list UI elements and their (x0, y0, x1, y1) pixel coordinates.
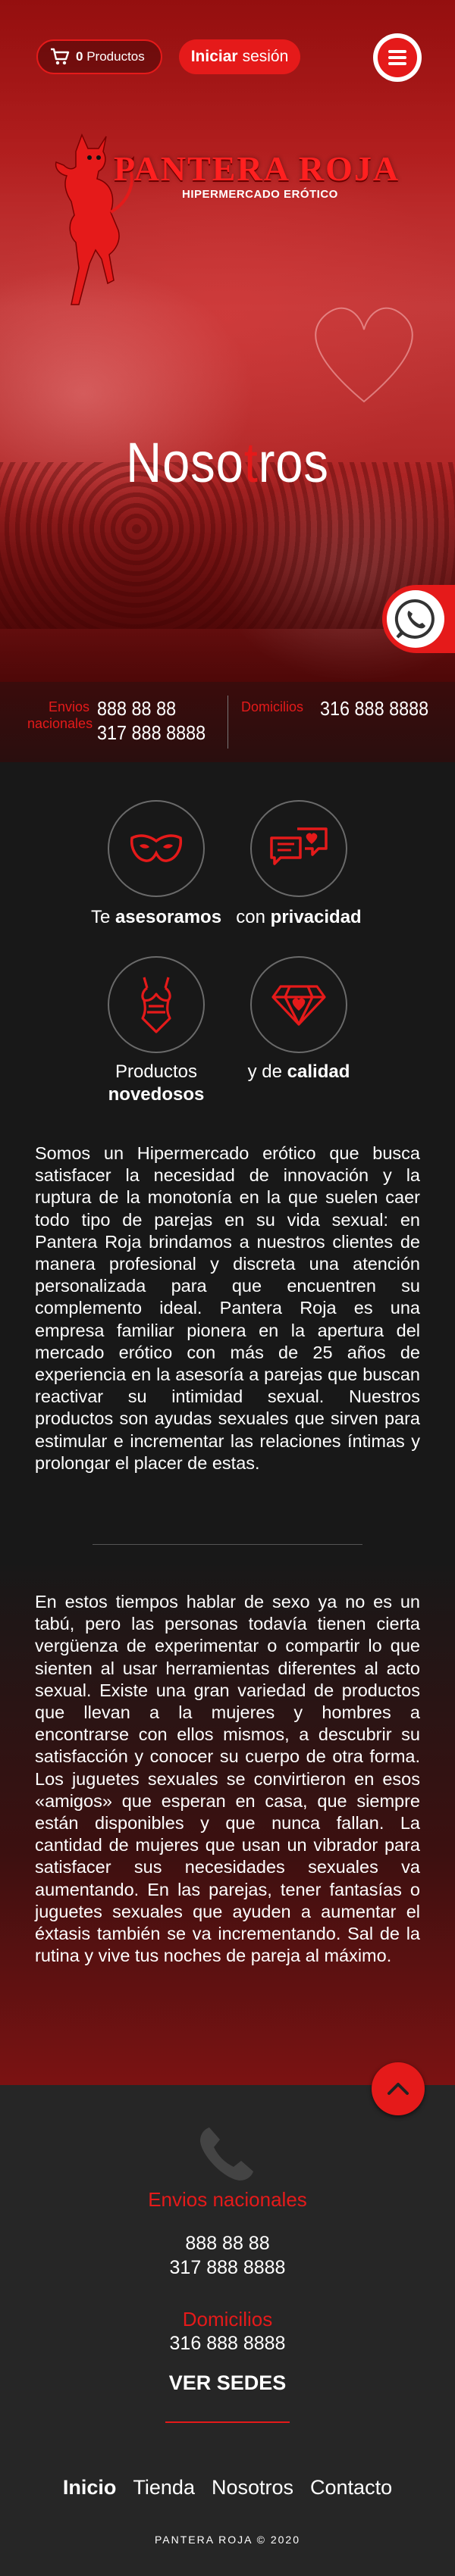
cart-count: 0 (76, 49, 83, 64)
cart-label: Productos (86, 49, 145, 64)
phone-icon (200, 2127, 253, 2181)
feature-label-privacy-pre: con (236, 907, 271, 927)
footer-envios-phone-1[interactable]: 888 88 88 (0, 2232, 455, 2256)
whatsapp-button[interactable] (382, 585, 455, 653)
footer-nav-nosotros[interactable]: Nosotros (212, 2476, 293, 2499)
footer-nav-inicio[interactable]: Inicio (63, 2476, 117, 2499)
login-button[interactable]: Iniciar sesión (179, 39, 300, 74)
page-title-accent: t (243, 431, 259, 494)
footer-nav-tienda[interactable]: Tienda (133, 2476, 195, 2499)
chat-heart-icon (270, 827, 328, 865)
ver-sedes-link[interactable]: VER SEDES (0, 2371, 455, 2395)
feature-label-quality-pre: y de (247, 1061, 287, 1082)
whatsapp-icon (394, 599, 435, 639)
hero-shade (0, 0, 455, 682)
brand-tagline: HIPERMERCADO ERÓTICO (182, 188, 338, 201)
footer-envios-phone-2[interactable]: 317 888 8888 (0, 2256, 455, 2280)
about-paragraph-1: Somos un Hipermercado erótico que busca … (35, 1143, 420, 1473)
feature-label-products-bold: novedosos (108, 1084, 205, 1105)
chevron-up-icon (388, 2083, 409, 2095)
envios-label-line-2: nacionales (27, 716, 93, 731)
brand-name: PANTERA ROJA (114, 149, 400, 188)
feature-label-quality: y de calidad (208, 1061, 390, 1083)
about-paragraph-2: En estos tiempos hablar de sexo ya no es… (35, 1592, 420, 1966)
hero-banner (0, 0, 455, 682)
feature-label-privacy: con privacidad (208, 906, 390, 929)
login-label-bold: Iniciar (190, 48, 238, 65)
envios-phone-1[interactable]: 888 88 88 (97, 697, 176, 720)
footer-nav: Inicio Tienda Nosotros Contacto (0, 2476, 455, 2499)
whatsapp-circle (387, 590, 444, 648)
scroll-top-button[interactable] (372, 2062, 425, 2115)
feature-quality (250, 956, 347, 1053)
contact-strip: Envios nacionales 888 88 88 317 888 8888… (0, 682, 455, 762)
page-title: Nosotros (27, 430, 428, 495)
section-divider (93, 1544, 362, 1545)
feature-label-advise-pre: Te (90, 907, 115, 927)
footer-envios-label: Envios nacionales (148, 2188, 307, 2211)
footer-accent-line (165, 2421, 290, 2423)
feature-privacy (250, 800, 347, 897)
footer-domicilios-phone[interactable]: 316 888 8888 (0, 2332, 455, 2356)
feature-label-privacy-bold: privacidad (270, 907, 362, 927)
cart-button[interactable]: 0 Productos (36, 39, 162, 74)
copyright: PANTERA ROJA © 2020 (154, 2534, 300, 2546)
domicilios-label: Domicilios (241, 699, 304, 714)
page-title-part-2: ros (258, 431, 329, 494)
envios-label-line-1: Envios (48, 699, 89, 714)
feature-products (108, 956, 205, 1053)
feature-label-quality-bold: calidad (287, 1061, 350, 1082)
mask-icon (130, 834, 183, 862)
feature-label-advise-bold: asesoramos (115, 907, 222, 927)
lingerie-icon (141, 977, 171, 1033)
footer-nav-contacto[interactable]: Contacto (310, 2476, 392, 2499)
page-title-part-1: Noso (126, 431, 244, 494)
feature-mask (108, 800, 205, 897)
footer-domicilios-label: Domicilios (182, 2308, 273, 2331)
cart-icon (51, 48, 70, 65)
hamburger-icon (378, 38, 417, 77)
diamond-heart-icon (271, 985, 326, 1026)
domicilios-phone[interactable]: 316 888 8888 (320, 697, 428, 720)
envios-label: Envios nacionales (27, 699, 93, 732)
envios-phone-2[interactable]: 317 888 8888 (97, 721, 206, 744)
menu-button[interactable] (373, 33, 422, 82)
login-label: sesión (242, 48, 289, 65)
